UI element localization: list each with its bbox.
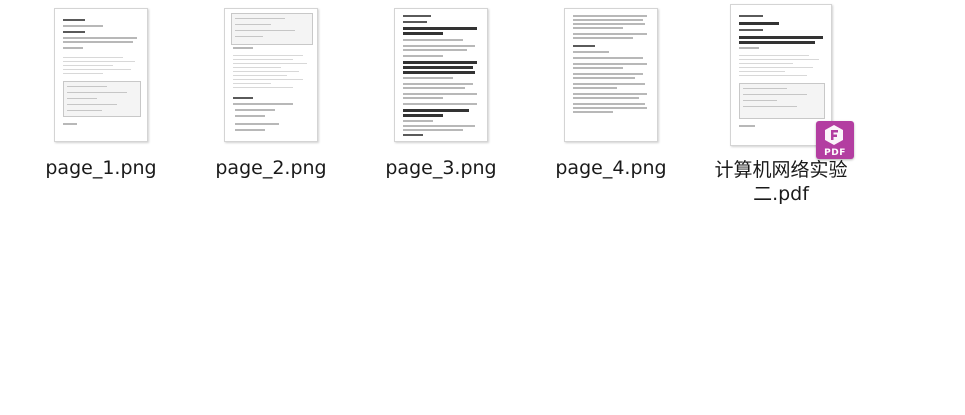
file-item-page-4[interactable]: page_4.png [541, 8, 681, 180]
file-name[interactable]: page_2.png [201, 156, 341, 180]
foxit-logo-icon [825, 125, 843, 145]
file-name[interactable]: page_3.png [371, 156, 511, 180]
file-name-line-2: 二.pdf [753, 183, 809, 205]
file-item-page-3[interactable]: page_3.png [371, 8, 511, 180]
file-thumbnail [54, 8, 148, 142]
file-name[interactable]: page_1.png [31, 156, 171, 180]
pdf-badge-label: PDF [824, 148, 846, 158]
file-thumbnail [564, 8, 658, 142]
file-name[interactable]: 计算机网络实验 二.pdf [711, 158, 851, 206]
file-name-line-1: 计算机网络实验 [714, 159, 848, 181]
file-name[interactable]: page_4.png [541, 156, 681, 180]
file-item-page-1[interactable]: page_1.png [31, 8, 171, 180]
file-thumbnail [224, 8, 318, 142]
file-item-page-2[interactable]: page_2.png [201, 8, 341, 180]
foxit-pdf-icon: PDF [816, 121, 854, 159]
file-item-pdf[interactable]: 计算机网络实验 二.pdf [711, 4, 851, 206]
file-thumbnail [394, 8, 488, 142]
